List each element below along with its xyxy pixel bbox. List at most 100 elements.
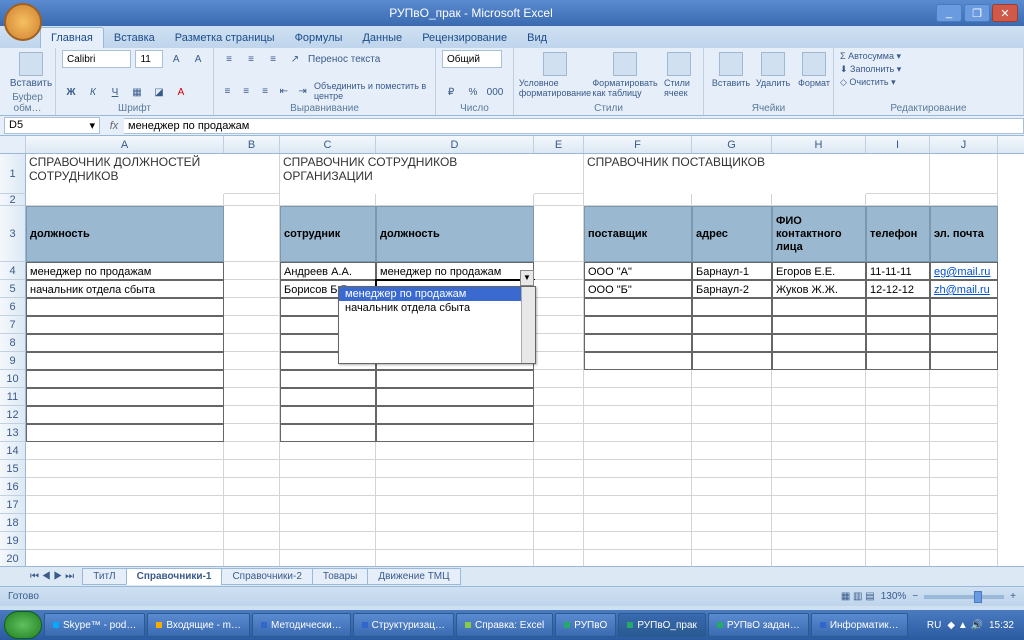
cell-B6[interactable] xyxy=(224,298,280,316)
cell-H16[interactable] xyxy=(772,478,866,496)
cell-F13[interactable] xyxy=(584,424,692,442)
taskbar-item[interactable]: Входящие - m… xyxy=(147,613,250,637)
cell-E19[interactable] xyxy=(534,532,584,550)
cell-J17[interactable] xyxy=(930,496,998,514)
cell-B5[interactable] xyxy=(224,280,280,298)
cell-D2[interactable] xyxy=(376,194,534,206)
cell-G20[interactable] xyxy=(692,550,772,566)
taskbar-item[interactable]: Информатик… xyxy=(811,613,908,637)
cell-H3[interactable]: ФИО контактного лица xyxy=(772,206,866,262)
cell-C19[interactable] xyxy=(280,532,376,550)
cell-I12[interactable] xyxy=(866,406,930,424)
row-header[interactable]: 1 xyxy=(0,154,26,194)
cell-F18[interactable] xyxy=(584,514,692,532)
align-mid-icon[interactable]: ≡ xyxy=(242,50,260,68)
cell-D10[interactable] xyxy=(376,370,534,388)
align-right-icon[interactable]: ≡ xyxy=(258,82,273,100)
cell-H7[interactable] xyxy=(772,316,866,334)
cell-G8[interactable] xyxy=(692,334,772,352)
cell-F11[interactable] xyxy=(584,388,692,406)
cell-E2[interactable] xyxy=(534,194,584,206)
cell-G3[interactable]: адрес xyxy=(692,206,772,262)
tab-insert[interactable]: Вставка xyxy=(104,28,165,48)
row-header[interactable]: 5 xyxy=(0,280,26,298)
cell-F14[interactable] xyxy=(584,442,692,460)
taskbar-item-active[interactable]: РУПвО_прак xyxy=(618,613,706,637)
cell-E9[interactable] xyxy=(534,352,584,370)
row-header[interactable]: 20 xyxy=(0,550,26,566)
col-E[interactable]: E xyxy=(534,136,584,153)
cell-H8[interactable] xyxy=(772,334,866,352)
cell-D20[interactable] xyxy=(376,550,534,566)
cell-B11[interactable] xyxy=(224,388,280,406)
cell-D18[interactable] xyxy=(376,514,534,532)
cell-E13[interactable] xyxy=(534,424,584,442)
col-F[interactable]: F xyxy=(584,136,692,153)
cell-C11[interactable] xyxy=(280,388,376,406)
cell-I15[interactable] xyxy=(866,460,930,478)
cell-B12[interactable] xyxy=(224,406,280,424)
cell-F2[interactable] xyxy=(584,194,692,206)
cell-I1[interactable] xyxy=(866,154,930,194)
cell-J2[interactable] xyxy=(930,194,998,206)
indent-inc-icon[interactable]: ⇥ xyxy=(295,82,310,100)
row-header[interactable]: 15 xyxy=(0,460,26,478)
cell-G18[interactable] xyxy=(692,514,772,532)
cell-B1[interactable] xyxy=(224,154,280,194)
cell-A14[interactable] xyxy=(26,442,224,460)
cell-D4[interactable]: менеджер по продажам xyxy=(376,262,534,280)
cell-F8[interactable] xyxy=(584,334,692,352)
cell-J19[interactable] xyxy=(930,532,998,550)
tab-formulas[interactable]: Формулы xyxy=(285,28,353,48)
cell-F5[interactable]: ООО "Б" xyxy=(584,280,692,298)
cell-A12[interactable] xyxy=(26,406,224,424)
cell-E15[interactable] xyxy=(534,460,584,478)
cell-J7[interactable] xyxy=(930,316,998,334)
row-header[interactable]: 2 xyxy=(0,194,26,206)
cell-A10[interactable] xyxy=(26,370,224,388)
cell-G11[interactable] xyxy=(692,388,772,406)
cell-C10[interactable] xyxy=(280,370,376,388)
cell-E14[interactable] xyxy=(534,442,584,460)
taskbar-item[interactable]: Методически… xyxy=(252,613,351,637)
cell-J16[interactable] xyxy=(930,478,998,496)
cell-E8[interactable] xyxy=(534,334,584,352)
cell-B13[interactable] xyxy=(224,424,280,442)
name-box[interactable]: D5▾ xyxy=(4,117,100,134)
comma-icon[interactable]: 000 xyxy=(486,83,504,101)
cell-E11[interactable] xyxy=(534,388,584,406)
cell-H10[interactable] xyxy=(772,370,866,388)
view-icons[interactable]: ▦ ▥ ▤ xyxy=(841,591,875,602)
orient-icon[interactable]: ↗ xyxy=(286,50,304,68)
cell-E6[interactable] xyxy=(534,298,584,316)
shrink-font-icon[interactable]: A xyxy=(189,50,207,68)
cell-A5[interactable]: начальник отдела сбыта xyxy=(26,280,224,298)
select-all-corner[interactable] xyxy=(0,136,26,153)
sheet-nav-icons[interactable]: ⏮ ◀ ▶ ⏭ xyxy=(30,571,74,582)
cell-F16[interactable] xyxy=(584,478,692,496)
system-tray[interactable]: RU ◆ ▲ 🔊 15:32 xyxy=(927,620,1020,631)
cell-D11[interactable] xyxy=(376,388,534,406)
col-A[interactable]: A xyxy=(26,136,224,153)
cell-B14[interactable] xyxy=(224,442,280,460)
cell-E12[interactable] xyxy=(534,406,584,424)
cell-E5[interactable] xyxy=(534,280,584,298)
dropdown-list[interactable]: менеджер по продажам начальник отдела сб… xyxy=(338,286,536,364)
sheet-tab[interactable]: ТитЛ xyxy=(82,568,126,585)
zoom-slider[interactable] xyxy=(924,595,1004,599)
cell-G7[interactable] xyxy=(692,316,772,334)
cell-I9[interactable] xyxy=(866,352,930,370)
fill-color-icon[interactable]: ◪ xyxy=(150,83,168,101)
underline-icon[interactable]: Ч xyxy=(106,83,124,101)
cell-F1[interactable]: СПРАВОЧНИК ПОСТАВЩИКОВ xyxy=(584,154,866,194)
cell-styles-button[interactable]: Стили ячеек xyxy=(660,50,697,100)
cell-B15[interactable] xyxy=(224,460,280,478)
cell-G14[interactable] xyxy=(692,442,772,460)
cell-G17[interactable] xyxy=(692,496,772,514)
row-header[interactable]: 8 xyxy=(0,334,26,352)
cell-I17[interactable] xyxy=(866,496,930,514)
font-size[interactable]: 11 xyxy=(135,50,163,68)
cell-E3[interactable] xyxy=(534,206,584,262)
italic-icon[interactable]: К xyxy=(84,83,102,101)
cell-G16[interactable] xyxy=(692,478,772,496)
